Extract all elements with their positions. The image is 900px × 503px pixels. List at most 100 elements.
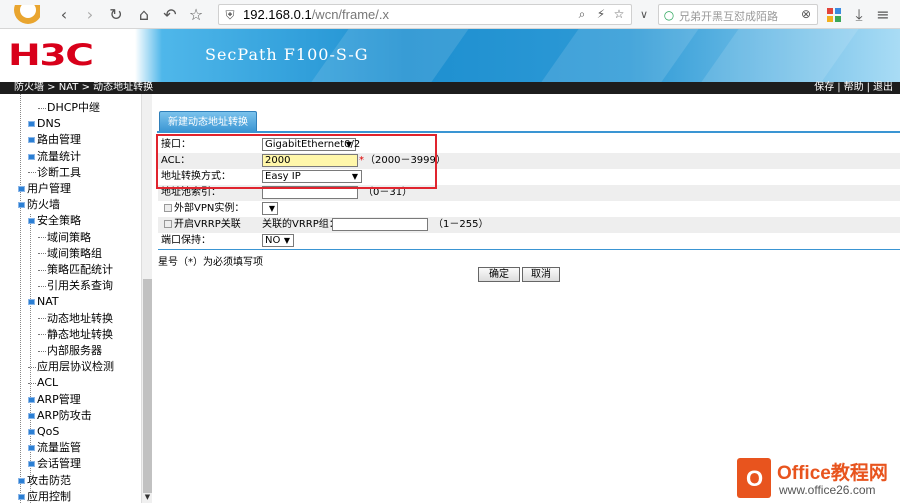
- search-box[interactable]: ○ 兄弟开黑互怼成陌路 ⊗: [658, 4, 818, 25]
- product-name: SecPath F100-S-G: [205, 45, 369, 64]
- tree-branch-icon: [28, 366, 36, 368]
- download-icon[interactable]: ⤓: [850, 5, 868, 24]
- port-keep-value: NO: [265, 235, 281, 246]
- office-logo-letter: O: [746, 466, 764, 491]
- port-keep-select[interactable]: NO ▼: [262, 234, 294, 247]
- sidebar-item[interactable]: ARP管理: [28, 392, 81, 408]
- sidebar-item[interactable]: ACL: [28, 375, 58, 391]
- sidebar-item[interactable]: 攻击防范: [18, 473, 71, 489]
- bookmark-star-icon[interactable]: ☆: [611, 5, 627, 24]
- sidebar-item-label: 应用控制: [27, 489, 71, 503]
- folder-icon: [18, 186, 25, 192]
- sidebar-item-label: 策略匹配统计: [47, 263, 113, 276]
- sidebar-item[interactable]: 诊断工具: [28, 165, 81, 181]
- folder-icon: [28, 461, 35, 468]
- sidebar-item[interactable]: 动态地址转换: [38, 311, 113, 327]
- dropdown-icon[interactable]: ∨: [636, 5, 652, 24]
- save-link[interactable]: 保存: [811, 82, 837, 93]
- tree-guide-line: [20, 94, 21, 503]
- tab-new-dynamic-nat[interactable]: 新建动态地址转换: [159, 111, 257, 132]
- url-host: 192.168.0.1: [243, 7, 312, 22]
- sidebar-item-label: 诊断工具: [37, 165, 81, 179]
- menu-icon[interactable]: ≡: [874, 5, 892, 24]
- sidebar-item[interactable]: 内部服务器: [38, 343, 102, 359]
- header-banner: H3C SecPath F100-S-G: [0, 29, 900, 82]
- search-icon[interactable]: ⌕: [574, 5, 590, 24]
- sidebar-item[interactable]: ARP防攻击: [28, 408, 92, 424]
- sidebar-scrollbar[interactable]: ▼: [141, 94, 152, 503]
- sidebar-item-label: 用户管理: [27, 182, 71, 195]
- home-icon[interactable]: ⌂: [134, 5, 154, 24]
- vpn-select[interactable]: ▼: [262, 202, 278, 215]
- sidebar-item[interactable]: 流量统计: [28, 149, 81, 165]
- scrollbar-thumb[interactable]: [143, 279, 152, 493]
- url-path: /wcn/frame/.x: [311, 7, 389, 22]
- tree-branch-icon: [38, 334, 46, 336]
- lightning-icon[interactable]: ⚡: [593, 5, 609, 24]
- tab-underline: [157, 131, 900, 133]
- sidebar-item[interactable]: 引用关系查询: [38, 278, 113, 294]
- browser-logo-icon[interactable]: [6, 0, 42, 24]
- sidebar-item[interactable]: DHCP中继: [38, 100, 100, 116]
- undo-icon[interactable]: ↶: [160, 5, 180, 24]
- top-links: 保存 | 帮助 | 退出: [811, 82, 896, 94]
- search-engine-icon: ○: [663, 8, 675, 22]
- form-divider: [158, 249, 900, 250]
- close-icon[interactable]: ⊗: [799, 5, 813, 24]
- sidebar-item-label: ACL: [37, 376, 59, 390]
- logout-link[interactable]: 退出: [870, 82, 896, 93]
- sidebar-item-label: 路由管理: [37, 133, 81, 147]
- reload-icon[interactable]: ↻: [106, 5, 126, 24]
- vpn-row: 外部VPN实例： ▼: [158, 201, 900, 217]
- browser-toolbar: ‹ › ↻ ⌂ ↶ ☆ ⛨ 192.168.0.1/wcn/frame/.x ⌕…: [0, 0, 900, 29]
- sidebar-item[interactable]: 静态地址转换: [38, 327, 113, 343]
- sidebar-item[interactable]: 应用控制: [18, 489, 71, 503]
- dropdown-arrow-icon: ▼: [268, 204, 275, 213]
- sidebar-item[interactable]: 应用层协议检测: [28, 359, 114, 375]
- ok-button[interactable]: 确定: [478, 267, 520, 282]
- sidebar-item[interactable]: 会话管理: [28, 456, 81, 472]
- apps-icon[interactable]: [824, 5, 844, 24]
- scroll-down-arrow-icon[interactable]: ▼: [143, 492, 152, 502]
- sidebar-item[interactable]: 防火墙: [18, 197, 60, 213]
- help-link[interactable]: 帮助: [841, 82, 867, 93]
- vrrp-group-input[interactable]: [332, 218, 428, 231]
- folder-icon: [18, 477, 25, 484]
- cancel-button[interactable]: 取消: [522, 267, 560, 282]
- sidebar-item[interactable]: 域间策略组: [38, 246, 102, 262]
- vrrp-checkbox[interactable]: [164, 220, 172, 228]
- sidebar-item-label: 会话管理: [37, 457, 81, 471]
- sidebar-item-label: 应用层协议检测: [37, 360, 114, 374]
- tree-branch-icon: [38, 318, 46, 320]
- tree-branch-icon: [38, 285, 46, 287]
- breadcrumb: 防火墙 > NAT > 动态地址转换: [14, 82, 154, 93]
- forward-icon[interactable]: ›: [80, 5, 100, 24]
- sidebar-item[interactable]: QoS: [28, 424, 59, 440]
- dropdown-arrow-icon: ▼: [283, 236, 290, 245]
- sidebar-tree: DHCP中继 DNS 路由管理流量统计 诊断工具用户管理防火墙 安全策略 域间策略域间策略…: [0, 94, 152, 503]
- sidebar-item[interactable]: 用户管理: [18, 181, 71, 197]
- sidebar-item-label: 引用关系查询: [47, 279, 113, 293]
- vrrp-group-label: 关联的VRRP组：: [262, 219, 339, 230]
- sidebar-item-label: 动态地址转换: [47, 311, 113, 325]
- sidebar-item[interactable]: NAT: [28, 294, 59, 310]
- shield-icon: ⛨: [225, 8, 235, 22]
- folder-icon: [18, 202, 25, 209]
- sidebar-item[interactable]: 流量监管: [28, 440, 81, 456]
- sidebar-item[interactable]: 安全策略: [28, 213, 81, 229]
- sidebar-item[interactable]: 域间策略: [38, 230, 91, 246]
- vrrp-label: 开启VRRP关联: [174, 219, 241, 230]
- address-bar[interactable]: ⛨ 192.168.0.1/wcn/frame/.x ⌕ ⚡ ☆: [218, 4, 632, 25]
- vpn-checkbox[interactable]: [164, 204, 172, 212]
- sidebar-item-label: 静态地址转换: [47, 327, 113, 341]
- star-icon[interactable]: ☆: [186, 5, 206, 24]
- sidebar-item[interactable]: DNS: [28, 116, 61, 132]
- office-logo-icon: O: [737, 458, 771, 498]
- sidebar-item-label: 内部服务器: [47, 344, 102, 357]
- sidebar-item-label: NAT: [37, 295, 59, 309]
- back-icon[interactable]: ‹: [54, 5, 74, 24]
- sidebar-item[interactable]: 策略匹配统计: [38, 262, 113, 278]
- sidebar-item-label: 域间策略: [47, 230, 91, 244]
- sidebar-item[interactable]: 路由管理: [28, 132, 81, 148]
- port-keep-row: 端口保持： NO ▼: [158, 233, 900, 249]
